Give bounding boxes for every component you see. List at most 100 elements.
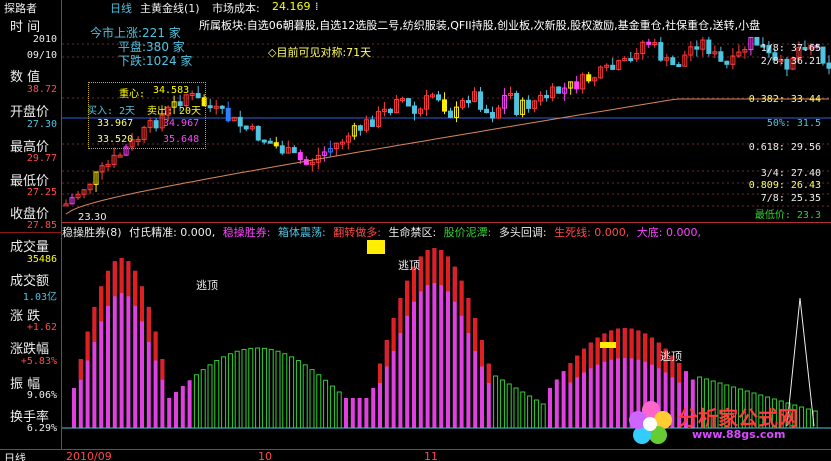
candle-body — [490, 112, 496, 119]
indicator-bar — [371, 388, 376, 428]
gravity-label: 重心: — [119, 89, 146, 100]
candle-body — [586, 74, 592, 82]
indicator-bar — [174, 391, 178, 428]
level-1-right: 34.967 — [163, 118, 200, 129]
cost-suffix: ⁞ — [315, 0, 319, 13]
candle-body — [820, 46, 826, 64]
indicator-bar-cap — [140, 286, 144, 322]
indicator-bar — [329, 385, 335, 429]
candle-body — [514, 92, 520, 115]
indicator-bar — [261, 347, 267, 429]
date-value: 09/10 — [26, 50, 57, 61]
indicator-bar-cap — [146, 306, 151, 342]
candle-body — [225, 107, 231, 122]
candle-body — [466, 100, 472, 104]
turnover-value: 6.29% — [26, 423, 57, 434]
candle-body — [387, 108, 393, 114]
indicator-bar-cap — [92, 306, 97, 342]
level-1-left: 33.967 — [97, 118, 134, 129]
pct-value: +5.83% — [20, 356, 57, 367]
candle-body — [724, 60, 730, 65]
candle-body — [207, 105, 213, 109]
indicator-bar — [167, 398, 172, 428]
close-value: 27.85 — [26, 220, 57, 231]
indicator-bar — [561, 371, 566, 428]
indicator-bar — [316, 374, 322, 429]
indicator-bar-cap — [595, 337, 600, 365]
peak-marker — [600, 342, 616, 348]
amplitude-value: 9.06% — [26, 390, 57, 401]
market-flat-row: 平盘:380 家 — [90, 40, 192, 54]
candle-body — [448, 110, 454, 118]
indicator-bar-cap — [622, 328, 627, 358]
gravity-value: 34.583 — [153, 85, 190, 96]
indicator-bar — [554, 379, 559, 428]
candle-body — [267, 140, 273, 144]
volume-label: 成交量 — [10, 240, 50, 255]
indicator-bar — [493, 375, 499, 429]
pane-divider[interactable] — [62, 222, 831, 223]
candle-body — [544, 94, 550, 99]
candle-body — [243, 125, 249, 130]
indicator-bar — [234, 350, 240, 429]
volume-value: 35486 — [26, 254, 57, 265]
year-value: 2010 — [32, 34, 57, 45]
escape-top-label: 逃顶 — [660, 350, 682, 363]
market-down-label: 下跌: — [118, 54, 147, 68]
indicator-bar-cap — [432, 248, 437, 283]
sell-label: 卖出: — [147, 106, 174, 117]
value-label: 数 值 — [10, 70, 41, 85]
level-2-left: 33.520 — [97, 134, 134, 145]
open-value: 27.30 — [26, 119, 57, 130]
candle-body — [556, 86, 562, 94]
candle-body — [628, 58, 634, 62]
indicator-bar-cap — [425, 250, 430, 286]
indicator-bar-cap — [78, 359, 83, 380]
market-up-row: 今市上涨:221 家 — [90, 26, 192, 40]
indicator-bar — [200, 369, 206, 429]
candle-body — [574, 81, 580, 90]
candle-body — [441, 99, 447, 112]
indicator-bar — [241, 348, 247, 429]
candle-body — [219, 105, 225, 109]
candle-body — [411, 105, 417, 114]
fib-level: 50%: 31.5 — [766, 118, 821, 129]
indicator-bar — [214, 360, 220, 429]
indicator-bar — [289, 356, 295, 429]
indicator-bar-cap — [650, 337, 654, 365]
date-axis: 日线 2010/09 10 11 — [0, 449, 831, 461]
candle-body — [658, 42, 664, 61]
indicator-bar — [513, 387, 519, 429]
fib-level: 0.618: 29.56 — [748, 142, 821, 153]
market-down-row: 下跌:1024 家 — [90, 54, 192, 68]
period-tab[interactable]: 日线 — [4, 450, 26, 461]
cost-value: 24.169 — [272, 0, 311, 13]
indicator-bar-cap — [480, 340, 484, 367]
sell-value: 20天 — [179, 106, 202, 117]
indicator-bar-cap — [643, 333, 648, 362]
indicator-bar-cap — [616, 328, 620, 359]
candle-body — [826, 62, 831, 69]
date-label: 10 — [258, 450, 272, 461]
flower-logo-icon — [629, 401, 672, 444]
change-value: +1.62 — [26, 322, 57, 333]
indicator-bar — [309, 369, 315, 429]
target-box: 重心: 34.583 买入: 2天 卖出: 20天 33.967 34.967 … — [87, 82, 206, 149]
indicator-bar-cap — [126, 261, 131, 297]
indicator-bar-cap — [575, 355, 580, 378]
fib-level: 7/8: 25.35 — [760, 193, 821, 204]
indicator-bar — [295, 360, 301, 429]
indicator-bar-cap — [486, 363, 491, 383]
candle-body — [718, 51, 724, 62]
indicator-bar — [282, 353, 288, 429]
indicator-bar — [221, 356, 227, 429]
buy-label: 买入: — [87, 106, 114, 117]
indicator-bar — [336, 391, 342, 429]
indicator-bar-cap — [439, 250, 444, 286]
indicator-bar-cap — [582, 348, 586, 373]
indicator-bar — [255, 347, 261, 429]
market-unit: 家 — [172, 40, 185, 54]
indicator-bar — [499, 379, 505, 429]
market-flat-value: 380 — [146, 40, 169, 54]
indicator-bar-cap — [452, 266, 457, 302]
